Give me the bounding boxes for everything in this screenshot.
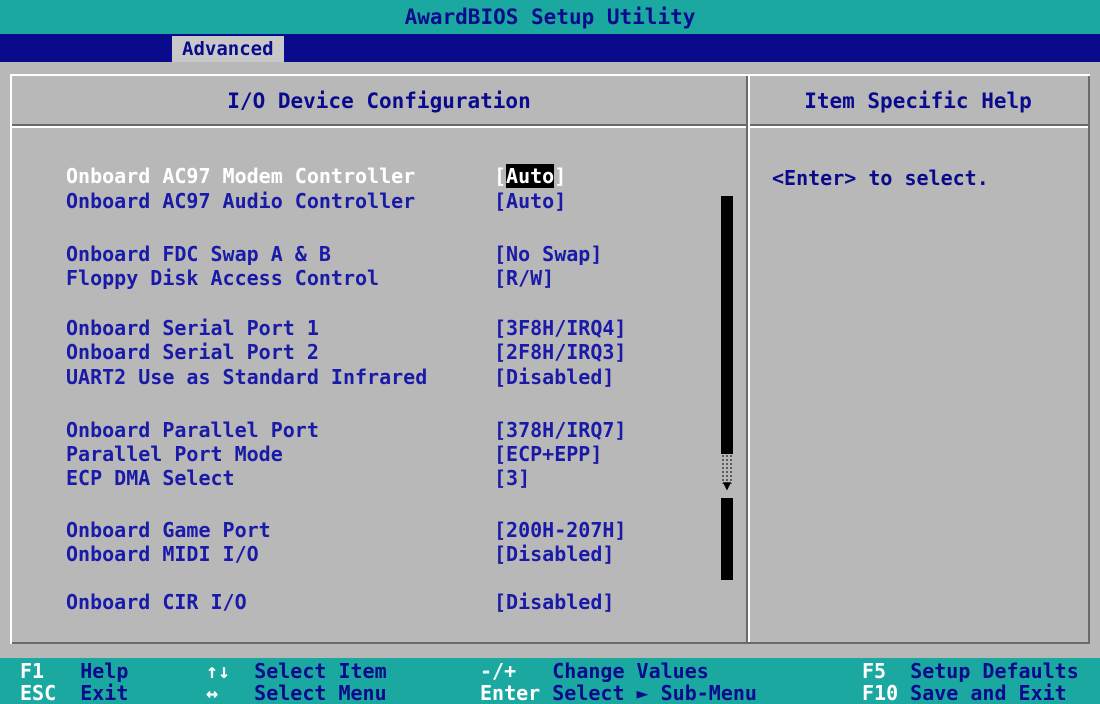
- setting-label: Onboard Game Port: [66, 518, 271, 542]
- help-title: Item Specific Help: [804, 89, 1032, 113]
- setting-value[interactable]: [Disabled]: [494, 542, 614, 566]
- setting-value[interactable]: [3]: [494, 466, 530, 490]
- column-divider: [746, 76, 750, 642]
- setting-onboard-ac97-modem-controller[interactable]: Onboard AC97 Modem Controller [Auto]: [66, 164, 716, 188]
- footer-key-change-values: -/+ Change Values: [480, 659, 709, 683]
- setting-onboard-parallel-port[interactable]: Onboard Parallel Port [378H/IRQ7]: [66, 418, 716, 442]
- footer-key-select-item: ↑↓ Select Item: [206, 659, 387, 683]
- setting-onboard-fdc-swap[interactable]: Onboard FDC Swap A & B [No Swap]: [66, 242, 716, 266]
- footer-key-legend: F1 Help ↑↓ Select Item -/+ Change Values…: [0, 658, 1100, 704]
- setting-ecp-dma-select[interactable]: ECP DMA Select [3]: [66, 466, 716, 490]
- scrollbar[interactable]: ▼: [718, 196, 736, 580]
- footer-key-exit: ESC Exit: [20, 681, 129, 704]
- footer-key-submenu: Enter Select ► Sub-Menu: [480, 681, 757, 704]
- footer-key-help: F1 Help: [20, 659, 129, 683]
- setting-onboard-serial-port-2[interactable]: Onboard Serial Port 2 [2F8H/IRQ3]: [66, 340, 716, 364]
- setting-onboard-game-port[interactable]: Onboard Game Port [200H-207H]: [66, 518, 716, 542]
- setting-parallel-port-mode[interactable]: Parallel Port Mode [ECP+EPP]: [66, 442, 716, 466]
- setting-value[interactable]: [200H-207H]: [494, 518, 626, 542]
- setting-label: Onboard AC97 Audio Controller: [66, 189, 416, 213]
- scrollbar-thumb[interactable]: [721, 196, 733, 454]
- app-title: AwardBIOS Setup Utility: [0, 0, 1100, 34]
- menu-tab-advanced[interactable]: Advanced: [172, 36, 284, 62]
- setting-uart2-infrared[interactable]: UART2 Use as Standard Infrared [Disabled…: [66, 365, 716, 389]
- setting-onboard-serial-port-1[interactable]: Onboard Serial Port 1 [3F8H/IRQ4]: [66, 316, 716, 340]
- setting-value[interactable]: [No Swap]: [494, 242, 602, 266]
- setting-onboard-cir-io[interactable]: Onboard CIR I/O [Disabled]: [66, 590, 716, 614]
- setting-label: Onboard FDC Swap A & B: [66, 242, 331, 266]
- setting-value[interactable]: [ECP+EPP]: [494, 442, 602, 466]
- setting-label: UART2 Use as Standard Infrared: [66, 365, 428, 389]
- footer-key-select-menu: ↔ Select Menu: [206, 681, 387, 704]
- setting-value[interactable]: [Disabled]: [494, 365, 614, 389]
- scrollbar-lower-thumb[interactable]: [721, 498, 733, 580]
- help-text: <Enter> to select.: [772, 166, 989, 190]
- selected-value-highlight[interactable]: Auto: [506, 164, 555, 188]
- setting-label: Onboard Parallel Port: [66, 418, 319, 442]
- scroll-down-arrow-icon[interactable]: ▼: [718, 478, 736, 494]
- footer-key-save-exit: F10 Save and Exit: [862, 681, 1067, 704]
- setting-value[interactable]: [Disabled]: [494, 590, 614, 614]
- footer-key-setup-defaults: F5 Setup Defaults: [862, 659, 1079, 683]
- setting-label: Onboard MIDI I/O: [66, 542, 259, 566]
- menu-bar: Advanced: [0, 34, 1100, 62]
- setting-floppy-disk-access-control[interactable]: Floppy Disk Access Control [R/W]: [66, 266, 716, 290]
- setting-label: Onboard Serial Port 1: [66, 316, 319, 340]
- setting-label: Onboard AC97 Modem Controller: [66, 164, 416, 188]
- setting-onboard-midi-io[interactable]: Onboard MIDI I/O [Disabled]: [66, 542, 716, 566]
- setting-value[interactable]: [R/W]: [494, 266, 554, 290]
- setting-value[interactable]: [3F8H/IRQ4]: [494, 316, 626, 340]
- setting-value[interactable]: [Auto]: [494, 164, 566, 188]
- setting-value[interactable]: [378H/IRQ7]: [494, 418, 626, 442]
- setting-onboard-ac97-audio-controller[interactable]: Onboard AC97 Audio Controller [Auto]: [66, 189, 716, 213]
- setting-label: Onboard Serial Port 2: [66, 340, 319, 364]
- setting-label: Onboard CIR I/O: [66, 590, 247, 614]
- setting-label: ECP DMA Select: [66, 466, 235, 490]
- setting-value[interactable]: [Auto]: [494, 189, 566, 213]
- setting-value[interactable]: [2F8H/IRQ3]: [494, 340, 626, 364]
- panel-title: I/O Device Configuration: [227, 89, 531, 113]
- header-divider: [12, 124, 1088, 128]
- setting-label: Parallel Port Mode: [66, 442, 283, 466]
- setting-label: Floppy Disk Access Control: [66, 266, 380, 290]
